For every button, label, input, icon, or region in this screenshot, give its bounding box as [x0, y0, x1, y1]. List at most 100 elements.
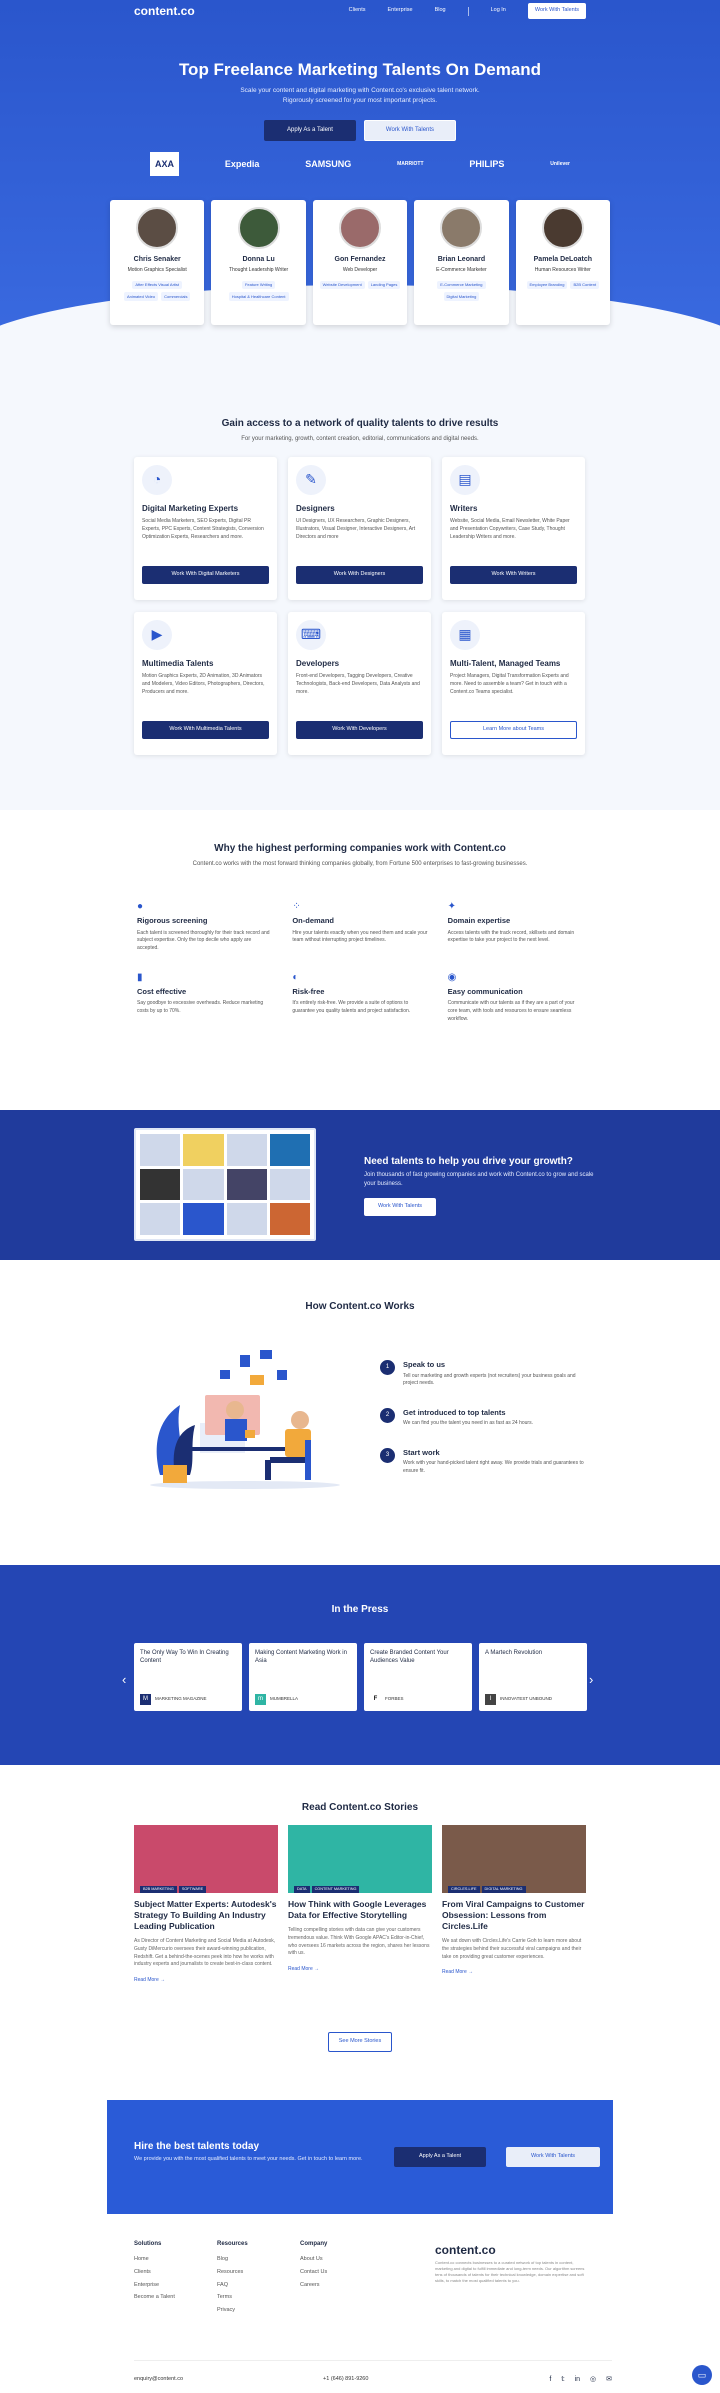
work-with-digital-marketers-button[interactable]: Work With Digital Marketers — [142, 566, 269, 584]
apply-as-talent-button[interactable]: Apply As a Talent — [264, 120, 356, 141]
twitter-icon[interactable]: 𝕥 — [561, 2375, 564, 2385]
nav-link-enterprise[interactable]: Enterprise — [387, 7, 412, 15]
footer-link[interactable]: Terms — [217, 2294, 248, 2302]
read-more-link[interactable]: Read More → — [288, 1966, 432, 1973]
how-it-works-illustration — [150, 1350, 340, 1489]
nav-link-clients[interactable]: Clients — [349, 7, 366, 15]
story-card[interactable]: B2B MARKETING SOFTWARE Subject Matter Exp… — [134, 1825, 278, 1984]
footer-col-resources: Resources Blog Resources FAQ Terms Priva… — [217, 2240, 248, 2320]
why-item-title: Cost effective — [137, 986, 187, 996]
footer-link[interactable]: Contact Us — [300, 2269, 327, 2277]
footer-phone[interactable]: +1 (646) 891-9260 — [323, 2376, 368, 2384]
step-number: 2 — [380, 1407, 395, 1423]
nav-link-blog[interactable]: Blog — [435, 7, 446, 15]
talent-category-grid: ◔ Digital Marketing Experts Social Media… — [134, 457, 586, 755]
thumbs-up-icon: ◐ — [292, 971, 299, 983]
linkedin-icon[interactable]: in — [575, 2375, 580, 2385]
nav-link-login[interactable]: Log In — [491, 7, 506, 15]
learn-more-teams-button[interactable]: Learn More about Teams — [450, 721, 577, 739]
footer-link[interactable]: Enterprise — [134, 2282, 175, 2290]
footer-link[interactable]: Resources — [217, 2269, 248, 2277]
why-title: Why the highest performing companies wor… — [214, 843, 506, 854]
chat-bubble-icon[interactable]: ▭ — [692, 2365, 712, 2385]
chevron-right-icon[interactable]: › — [589, 1671, 593, 1689]
top-nav: content.co Clients Enterprise Blog Log I… — [0, 0, 720, 22]
story-image: CIRCLES.LIFE DIGITAL MARKETING — [442, 1825, 586, 1893]
story-label: CIRCLES.LIFE — [448, 1885, 480, 1893]
chart-icon: ◔ — [142, 465, 172, 495]
why-item-desc: Access talents with the track record, sk… — [447, 929, 575, 944]
press-card-title: Create Branded Content Your Audiences Va… — [370, 1650, 449, 1665]
story-title[interactable]: Subject Matter Experts: Autodesk's Strat… — [134, 1899, 278, 1932]
category-title: Digital Marketing Experts — [142, 504, 239, 513]
talent-tag: E-Commerce Marketing — [437, 280, 486, 290]
work-with-developers-button[interactable]: Work With Developers — [296, 721, 423, 739]
story-title[interactable]: From Viral Campaigns to Customer Obsessi… — [442, 1899, 586, 1932]
team-board-icon: ▦ — [450, 620, 480, 650]
work-with-multimedia-talents-button[interactable]: Work With Multimedia Talents — [142, 721, 269, 739]
footer-link[interactable]: Become a Talent — [134, 2294, 175, 2302]
nav-work-with-talents-button[interactable]: Work With Talents — [527, 3, 586, 19]
brand-logo-axa: AXA — [150, 152, 180, 176]
work-with-writers-button[interactable]: Work With Writers — [450, 566, 577, 584]
footer-link[interactable]: FAQ — [217, 2282, 248, 2290]
why-subtitle: Content.co works with the most forward t… — [192, 861, 528, 867]
talent-card[interactable]: Donna Lu Thought Leadership Writer Featu… — [211, 200, 306, 325]
press-card[interactable]: Create Branded Content Your Audiences Va… — [364, 1643, 472, 1711]
story-card[interactable]: CIRCLES.LIFE DIGITAL MARKETING From Viral… — [442, 1825, 586, 1984]
footer-email[interactable]: enquiry@content.co — [134, 2376, 183, 2384]
talent-card[interactable]: Brian Leonard E-Commerce Marketer E-Comm… — [414, 200, 509, 325]
talent-card[interactable]: Pamela DeLoatch Human Resources Writer E… — [515, 200, 611, 325]
category-desc: UI Designers, UX Researchers, Graphic De… — [296, 518, 416, 540]
footer: Solutions Home Clients Enterprise Become… — [0, 2230, 720, 2393]
read-more-link[interactable]: Read More → — [442, 1969, 586, 1976]
category-card-digital-marketing: ◔ Digital Marketing Experts Social Media… — [134, 457, 277, 600]
footer-link[interactable]: Privacy — [217, 2307, 248, 2315]
footer-logo[interactable]: content.co — [435, 2242, 496, 2259]
press-card[interactable]: Making Content Marketing Work in Asia m MU… — [249, 1643, 357, 1711]
press-card-title: The Only Way To Win In Creating Content — [140, 1650, 229, 1665]
press-card[interactable]: The Only Way To Win In Creating Content M… — [134, 1643, 242, 1711]
category-card-teams: ▦ Multi-Talent, Managed Teams Project Ma… — [442, 612, 585, 755]
why-section: Why the highest performing companies wor… — [0, 810, 720, 1110]
press-card-title: A Martech Revolution — [485, 1650, 543, 1656]
footer-bottom-bar: enquiry@content.co +1 (646) 891-9260 f 𝕥… — [134, 2360, 612, 2385]
instagram-icon[interactable]: ◎ — [590, 2375, 596, 2385]
story-card[interactable]: DATA CONTENT MARKETING How Think with Goo… — [288, 1825, 432, 1984]
bar-chart-icon: ▮ — [137, 971, 143, 983]
why-item-title: Risk-free — [292, 986, 325, 996]
cta-work-button[interactable]: Work With Talents — [506, 2147, 600, 2167]
press-source-logo: m — [255, 1694, 266, 1705]
footer-link[interactable]: Blog — [217, 2256, 248, 2264]
facebook-icon[interactable]: f — [549, 2375, 551, 2385]
work-with-designers-button[interactable]: Work With Designers — [296, 566, 423, 584]
nav-divider — [467, 6, 469, 16]
footer-heading: Resources — [217, 2241, 248, 2247]
why-item-desc: Hire your talents exactly when you need … — [292, 929, 428, 944]
read-more-link[interactable]: Read More → — [134, 1977, 278, 1984]
brand-logo-marriott: MARRIOTT — [397, 160, 424, 167]
talent-tag: B2B Content — [570, 280, 600, 290]
talent-role: Human Resources Writer — [534, 266, 591, 273]
why-item: ⁘ On-demand Hire your talents exactly when… — [292, 900, 427, 953]
footer-link[interactable]: Clients — [134, 2269, 175, 2277]
growth-band: Need talents to help you drive your grow… — [0, 1110, 720, 1260]
see-more-stories-button[interactable]: See More Stories — [328, 2032, 392, 2052]
cta-apply-button[interactable]: Apply As a Talent — [394, 2147, 486, 2167]
footer-link[interactable]: About Us — [300, 2256, 327, 2264]
talent-name: Donna Lu — [242, 256, 275, 263]
story-title[interactable]: How Think with Google Leverages Data for… — [288, 1899, 432, 1921]
footer-link[interactable]: Home — [134, 2256, 175, 2264]
lightbulb-icon: ✦ — [447, 901, 457, 912]
code-window-icon: ⌨ — [296, 620, 326, 650]
band-work-with-talents-button[interactable]: Work With Talents — [364, 1198, 436, 1216]
why-item-desc: Say goodbye to excessive overheads. Redu… — [137, 1000, 264, 1014]
work-with-talents-button[interactable]: Work With Talents — [364, 120, 456, 141]
chevron-left-icon[interactable]: ‹ — [122, 1671, 126, 1689]
logo[interactable]: content.co — [134, 3, 195, 20]
talent-card[interactable]: Gon Fernandez Web Developer Website Deve… — [312, 200, 408, 325]
footer-link[interactable]: Careers — [300, 2282, 327, 2290]
press-card[interactable]: A Martech Revolution I INNOVATEST UNBOUND — [479, 1643, 587, 1711]
talent-card[interactable]: Chris Senaker Motion Graphics Specialist… — [110, 200, 205, 325]
email-icon[interactable]: ✉ — [606, 2375, 612, 2385]
